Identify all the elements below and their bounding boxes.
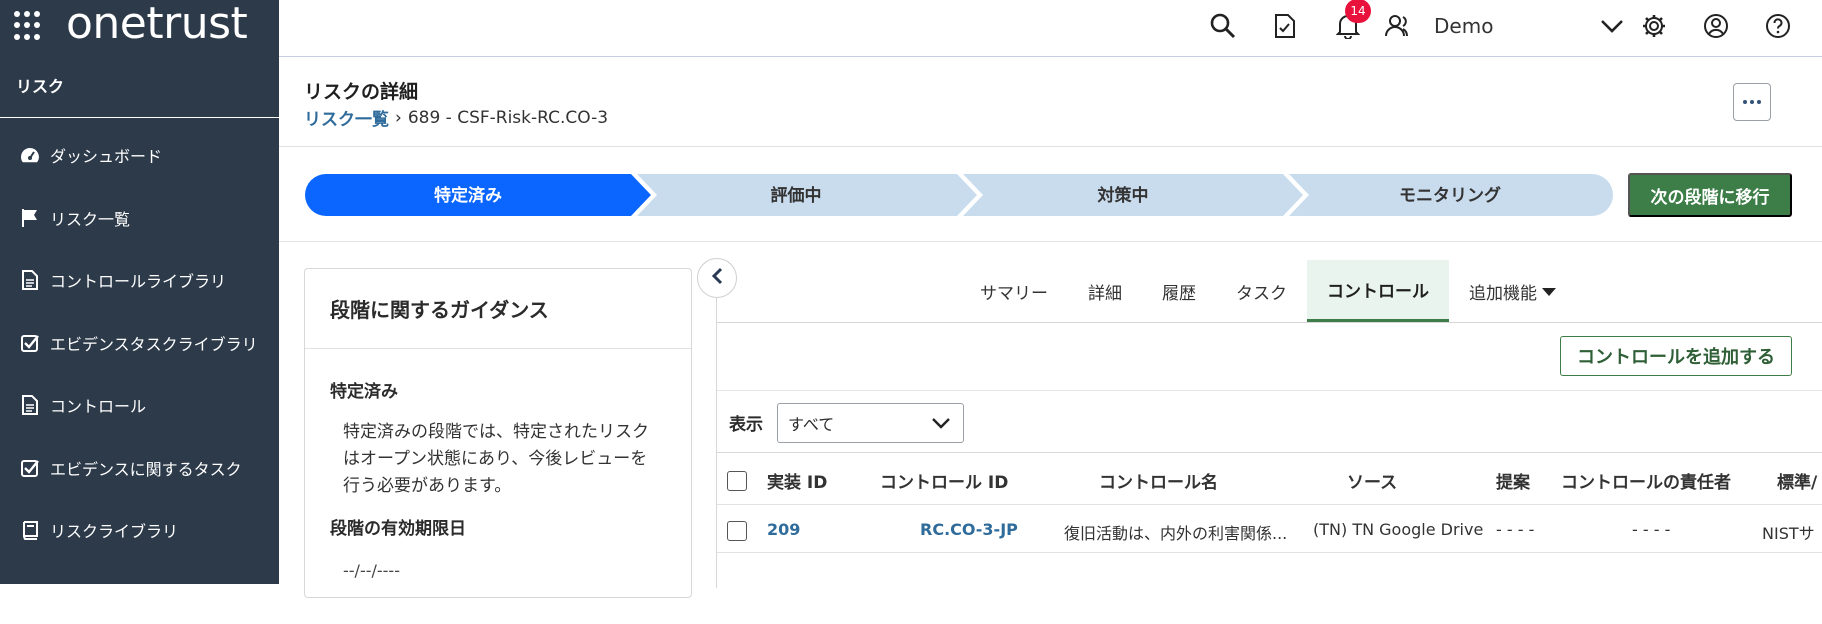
sidebar: onetrust リスク ダッシュボード リスク一覧 コントロールライブラリ エ…	[0, 0, 279, 584]
sidebar-nav: ダッシュボード リスク一覧 コントロールライブラリ エビデンスタスクライブラリ …	[0, 124, 279, 624]
breadcrumb-link-risk-list[interactable]: リスク一覧	[304, 105, 389, 130]
cell-source: (TN) TN Google Drive	[1313, 520, 1483, 539]
column-header-source[interactable]: ソース	[1347, 468, 1397, 493]
gear-icon[interactable]	[1637, 9, 1671, 43]
sidebar-item-risk-list[interactable]: リスク一覧	[0, 187, 279, 250]
column-header-control-id[interactable]: コントロール ID	[880, 468, 1008, 493]
stage-label: 評価中	[771, 185, 822, 206]
cell-control-id[interactable]: RC.CO-3-JP	[920, 520, 1018, 539]
dashboard-icon	[20, 145, 40, 165]
column-header-control-name[interactable]: コントロール名	[1099, 468, 1218, 493]
checkbox-icon	[20, 333, 40, 353]
more-options-button[interactable]	[1733, 83, 1771, 121]
page-header: リスクの詳細 リスク一覧 › 689 - CSF-Risk-RC.CO-3	[279, 57, 1822, 147]
sidebar-item-evidence-task-library[interactable]: エビデンスタスクライブラリ	[0, 312, 279, 375]
column-header-proposal[interactable]: 提案	[1496, 468, 1530, 493]
sidebar-item-evidence-tasks[interactable]: エビデンスに関するタスク	[0, 437, 279, 500]
sidebar-item-dashboard[interactable]: ダッシュボード	[0, 124, 279, 187]
guidance-expiry-value: --/--/----	[343, 561, 400, 580]
app-logo: onetrust	[66, 2, 247, 46]
tab-tasks[interactable]: タスク	[1216, 260, 1307, 322]
cell-impl-id[interactable]: 209	[767, 520, 800, 539]
sidebar-section-title: リスク	[0, 52, 279, 118]
user-name[interactable]: Demo	[1434, 14, 1493, 38]
column-header-standard[interactable]: 標準/	[1777, 468, 1817, 493]
breadcrumb: リスク一覧 › 689 - CSF-Risk-RC.CO-3	[304, 105, 608, 130]
sidebar-item-label: コントロール	[50, 393, 146, 417]
select-all-checkbox[interactable]	[727, 471, 747, 491]
chevron-down-icon[interactable]	[1595, 9, 1629, 43]
panel-divider	[716, 298, 717, 588]
tab-controls[interactable]: コントロール	[1307, 260, 1449, 322]
document-icon	[20, 270, 40, 290]
book-icon	[20, 520, 40, 540]
add-control-button[interactable]: コントロールを追加する	[1560, 336, 1792, 376]
sidebar-item-label: リスク一覧	[50, 206, 130, 230]
breadcrumb-current: 689 - CSF-Risk-RC.CO-3	[408, 108, 608, 128]
document-icon	[20, 395, 40, 415]
detail-tabs: サマリー 詳細 履歴 タスク コントロール 追加機能	[960, 260, 1577, 322]
chevron-left-icon	[711, 267, 723, 289]
tab-details[interactable]: 詳細	[1068, 260, 1142, 322]
users-icon[interactable]	[1382, 9, 1416, 43]
search-icon[interactable]	[1206, 9, 1240, 43]
filter-select[interactable]: すべて	[777, 403, 964, 443]
notification-bell-icon[interactable]: 14	[1331, 9, 1365, 43]
logo-row: onetrust	[0, 0, 279, 52]
book-icon	[20, 583, 40, 603]
flag-icon	[20, 208, 40, 228]
guidance-expiry-label: 段階の有効期限日	[330, 514, 466, 539]
column-header-impl-id[interactable]: 実装 ID	[767, 468, 827, 493]
sidebar-item-label: エビデンスタスクライブラリ	[50, 331, 258, 355]
header-row-divider	[717, 504, 1822, 505]
sidebar-item-controls[interactable]: コントロール	[0, 374, 279, 437]
sidebar-item-threat-library[interactable]: 脅威ライブラリ	[0, 562, 279, 624]
caret-down-icon	[1541, 282, 1557, 302]
stage-label: 対策中	[1097, 185, 1149, 206]
guidance-stage-name: 特定済み	[330, 377, 398, 402]
tab-summary[interactable]: サマリー	[960, 260, 1068, 322]
stage-progress-bar: 特定済み 評価中 対策中 モニタリング	[305, 174, 1613, 216]
account-icon[interactable]	[1699, 9, 1733, 43]
stage-label: 特定済み	[434, 185, 502, 206]
sidebar-item-label: ダッシュボード	[50, 143, 162, 167]
page-title: リスクの詳細	[304, 77, 418, 104]
row-checkbox[interactable]	[727, 521, 747, 541]
breadcrumb-separator: ›	[395, 108, 402, 128]
stage-guidance-panel: 段階に関するガイダンス 特定済み 特定済みの段階では、特定されたリスクはオープン…	[304, 268, 692, 598]
cell-proposal: - - - -	[1496, 520, 1534, 539]
stage-label: モニタリング	[1399, 185, 1501, 206]
tab-label: 追加機能	[1469, 279, 1537, 304]
checkbox-icon	[20, 458, 40, 478]
sidebar-item-label: 脅威ライブラリ	[50, 581, 162, 605]
tab-history[interactable]: 履歴	[1142, 260, 1216, 322]
help-icon[interactable]	[1761, 9, 1795, 43]
sidebar-item-control-library[interactable]: コントロールライブラリ	[0, 249, 279, 312]
guidance-description: 特定済みの段階では、特定されたリスクはオープン状態にあり、今後レビューを行う必要…	[343, 419, 661, 500]
task-document-icon[interactable]	[1268, 9, 1302, 43]
chevron-down-icon	[931, 415, 951, 434]
filter-label: 表示	[729, 410, 763, 435]
tab-more-features[interactable]: 追加機能	[1449, 260, 1577, 322]
cell-control-name: 復旧活動は、内外の利害関係...	[1064, 520, 1287, 544]
toolbar-divider	[717, 390, 1822, 391]
row-divider	[717, 552, 1822, 553]
tabs-divider	[717, 322, 1822, 323]
divider	[279, 241, 1822, 242]
app-launcher-icon[interactable]	[14, 11, 44, 41]
cell-owner: - - - -	[1632, 520, 1670, 539]
notification-badge: 14	[1345, 0, 1371, 23]
column-header-control-owner[interactable]: コントロールの責任者	[1561, 468, 1731, 493]
top-bar: 14 Demo	[279, 0, 1822, 57]
sidebar-item-label: リスクライブラリ	[50, 518, 178, 542]
collapse-panel-button[interactable]	[697, 258, 737, 298]
filter-value: すべて	[788, 411, 834, 435]
sidebar-item-label: エビデンスに関するタスク	[50, 456, 242, 480]
sidebar-item-label: コントロールライブラリ	[50, 268, 226, 292]
table-top-border	[717, 452, 1822, 453]
sidebar-item-risk-library[interactable]: リスクライブラリ	[0, 499, 279, 562]
cell-standard: NISTサ	[1762, 520, 1815, 544]
guidance-title: 段階に関するガイダンス	[305, 269, 691, 349]
next-stage-button[interactable]: 次の段階に移行	[1628, 173, 1792, 217]
